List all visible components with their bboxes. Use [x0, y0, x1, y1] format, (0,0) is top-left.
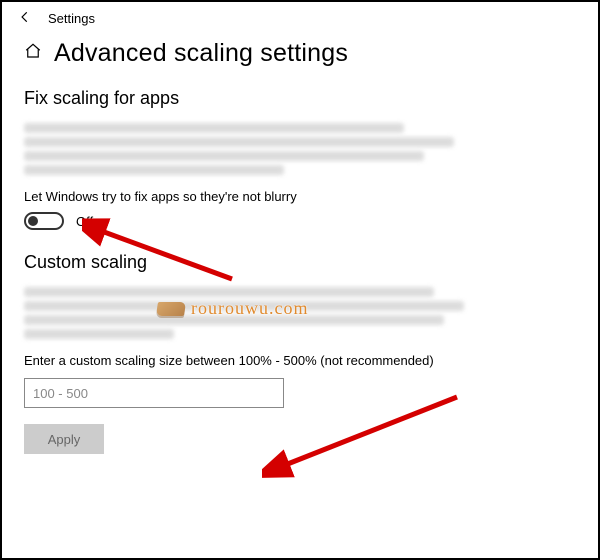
page-title: Advanced scaling settings — [54, 39, 348, 68]
fix-toggle-label: Let Windows try to fix apps so they're n… — [24, 189, 576, 204]
custom-description-blurred — [24, 287, 576, 339]
custom-scale-input[interactable] — [24, 378, 284, 408]
back-button[interactable] — [18, 10, 32, 27]
apply-button[interactable]: Apply — [24, 424, 104, 454]
home-icon — [24, 42, 42, 65]
fix-scaling-heading: Fix scaling for apps — [24, 88, 576, 109]
custom-input-label: Enter a custom scaling size between 100%… — [24, 353, 576, 368]
fix-description-blurred — [24, 123, 576, 175]
fix-toggle-state: Off — [76, 214, 93, 229]
app-title: Settings — [48, 11, 95, 26]
fix-blurry-toggle[interactable] — [24, 212, 64, 230]
custom-scaling-heading: Custom scaling — [24, 252, 576, 273]
